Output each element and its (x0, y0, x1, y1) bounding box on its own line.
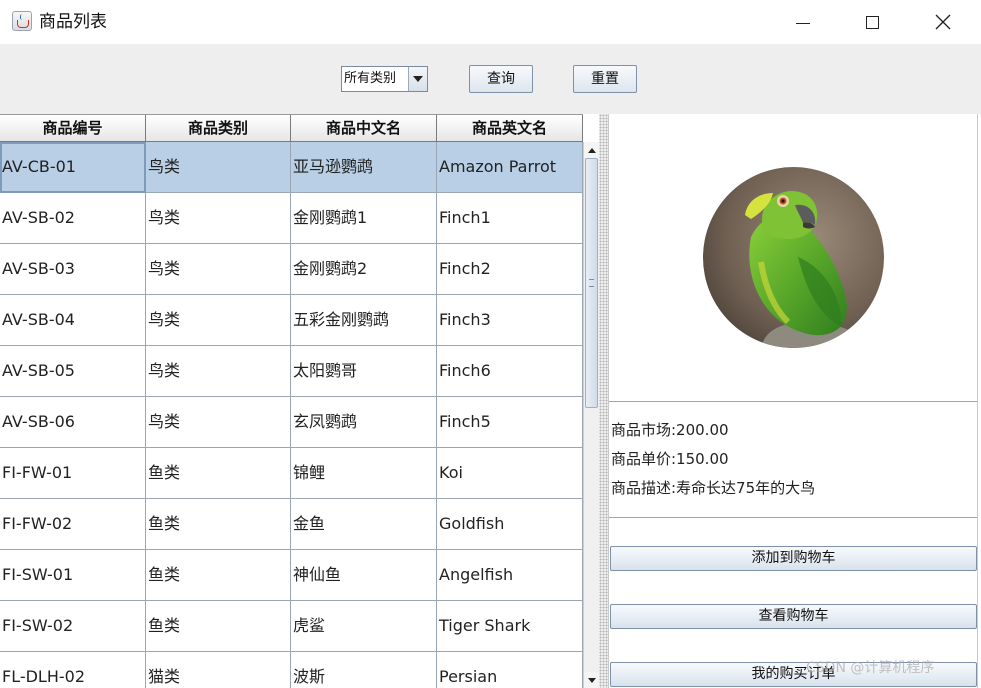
table-cell[interactable]: Goldfish (437, 499, 583, 550)
minimize-button[interactable] (780, 0, 826, 44)
maximize-button[interactable] (849, 0, 895, 44)
table-cell[interactable]: FI-FW-02 (0, 499, 146, 550)
toolbar: 所有类别 查询 重置 (0, 44, 981, 114)
table-cell[interactable]: 鸟类 (146, 397, 291, 448)
column-header-category[interactable]: 商品类别 (146, 115, 291, 142)
table-cell[interactable]: AV-SB-02 (0, 193, 146, 244)
table-row[interactable]: AV-SB-04 鸟类 五彩金刚鹦鹉 Finch3 (0, 295, 583, 346)
product-image-panel (609, 114, 977, 402)
table-cell[interactable]: 神仙鱼 (291, 550, 437, 601)
table-cell[interactable]: AV-SB-05 (0, 346, 146, 397)
table-cell[interactable]: 鱼类 (146, 448, 291, 499)
table-cell[interactable]: Finch1 (437, 193, 583, 244)
table-row[interactable]: AV-SB-06 鸟类 玄凤鹦鹉 Finch5 (0, 397, 583, 448)
table-cell[interactable]: FI-SW-02 (0, 601, 146, 652)
table-row[interactable]: FL-DLH-02 猫类 波斯 Persian (0, 652, 583, 688)
title-bar: 商品列表 (0, 0, 981, 44)
chevron-down-icon (413, 76, 423, 82)
table-cell[interactable]: 鸟类 (146, 295, 291, 346)
table-cell[interactable]: AV-CB-01 (0, 142, 146, 193)
product-description: 商品描述:寿命长达75年的大鸟 (611, 479, 816, 497)
column-header-english-name[interactable]: 商品英文名 (437, 115, 583, 142)
add-to-cart-button[interactable]: 添加到购物车 (610, 546, 977, 571)
category-select[interactable]: 所有类别 (341, 66, 428, 92)
table-cell[interactable]: FI-SW-01 (0, 550, 146, 601)
table-cell[interactable]: Koi (437, 448, 583, 499)
table-cell[interactable]: Finch5 (437, 397, 583, 448)
view-cart-button[interactable]: 查看购物车 (610, 604, 977, 629)
split-pane-divider[interactable] (599, 114, 608, 688)
table-row[interactable]: FI-FW-01 鱼类 锦鲤 Koi (0, 448, 583, 499)
table-cell[interactable]: AV-SB-03 (0, 244, 146, 295)
java-cup-icon (12, 11, 32, 31)
scrollbar-thumb[interactable] (585, 158, 598, 408)
table-cell[interactable]: FI-FW-01 (0, 448, 146, 499)
table-cell[interactable]: 五彩金刚鹦鹉 (291, 295, 437, 346)
table-cell[interactable]: 虎鲨 (291, 601, 437, 652)
product-detail-panel: 商品市场:200.00 商品单价:150.00 商品描述:寿命长达75年的大鸟 … (608, 114, 978, 688)
scroll-up-button[interactable] (584, 142, 599, 158)
reset-button[interactable]: 重置 (573, 65, 637, 93)
dropdown-arrow-button[interactable] (408, 67, 427, 91)
watermark: CSDN @计算机程序 (806, 660, 935, 676)
table-cell[interactable]: Tiger Shark (437, 601, 583, 652)
query-button[interactable]: 查询 (469, 65, 533, 93)
arrow-up-icon (587, 147, 596, 153)
close-icon (935, 14, 951, 30)
table-cell[interactable]: 波斯 (291, 652, 437, 688)
product-table: 商品编号 商品类别 商品中文名 商品英文名 AV-CB-01 鸟类 亚马逊鹦鹉 … (0, 114, 599, 688)
table-cell[interactable]: 鸟类 (146, 346, 291, 397)
table-cell[interactable]: Angelfish (437, 550, 583, 601)
arrow-down-icon (587, 677, 596, 683)
table-vertical-scrollbar[interactable] (583, 142, 599, 688)
table-cell[interactable]: AV-SB-06 (0, 397, 146, 448)
unit-price: 商品单价:150.00 (611, 450, 729, 468)
table-cell[interactable]: Amazon Parrot (437, 142, 583, 193)
table-row[interactable]: AV-CB-01 鸟类 亚马逊鹦鹉 Amazon Parrot (0, 142, 583, 193)
maximize-icon (865, 15, 879, 29)
table-cell[interactable]: 金刚鹦鹉2 (291, 244, 437, 295)
table-cell[interactable]: 鱼类 (146, 601, 291, 652)
table-cell[interactable]: Finch3 (437, 295, 583, 346)
table-row[interactable]: FI-FW-02 鱼类 金鱼 Goldfish (0, 499, 583, 550)
table-cell[interactable]: 亚马逊鹦鹉 (291, 142, 437, 193)
table-row[interactable]: AV-SB-02 鸟类 金刚鹦鹉1 Finch1 (0, 193, 583, 244)
column-header-id[interactable]: 商品编号 (0, 115, 146, 142)
table-cell[interactable]: 鸟类 (146, 244, 291, 295)
category-select-value: 所有类别 (344, 71, 397, 86)
table-header: 商品编号 商品类别 商品中文名 商品英文名 (0, 114, 583, 143)
table-cell[interactable]: Finch2 (437, 244, 583, 295)
scroll-down-button[interactable] (584, 672, 599, 688)
close-button[interactable] (920, 0, 966, 44)
table-cell[interactable]: 金刚鹦鹉1 (291, 193, 437, 244)
table-cell[interactable]: FL-DLH-02 (0, 652, 146, 688)
grip-icon (589, 279, 594, 287)
product-info-panel: 商品市场:200.00 商品单价:150.00 商品描述:寿命长达75年的大鸟 (609, 402, 977, 518)
table-body: AV-CB-01 鸟类 亚马逊鹦鹉 Amazon Parrot AV-SB-02… (0, 142, 583, 688)
table-row[interactable]: AV-SB-03 鸟类 金刚鹦鹉2 Finch2 (0, 244, 583, 295)
table-row[interactable]: FI-SW-02 鱼类 虎鲨 Tiger Shark (0, 601, 583, 652)
table-cell[interactable]: 玄凤鹦鹉 (291, 397, 437, 448)
table-cell[interactable]: 猫类 (146, 652, 291, 688)
parrot-photo (703, 167, 884, 348)
table-cell[interactable]: 鸟类 (146, 193, 291, 244)
table-cell[interactable]: 锦鲤 (291, 448, 437, 499)
table-cell[interactable]: 金鱼 (291, 499, 437, 550)
minimize-icon (796, 22, 810, 24)
window-title: 商品列表 (39, 12, 107, 32)
table-cell[interactable]: 鸟类 (146, 142, 291, 193)
market-price: 商品市场:200.00 (611, 421, 729, 439)
table-cell[interactable]: 鱼类 (146, 550, 291, 601)
table-row[interactable]: AV-SB-05 鸟类 太阳鹦哥 Finch6 (0, 346, 583, 397)
table-cell[interactable]: AV-SB-04 (0, 295, 146, 346)
table-row[interactable]: FI-SW-01 鱼类 神仙鱼 Angelfish (0, 550, 583, 601)
column-header-chinese-name[interactable]: 商品中文名 (291, 115, 437, 142)
table-cell[interactable]: 鱼类 (146, 499, 291, 550)
table-cell[interactable]: Finch6 (437, 346, 583, 397)
table-cell[interactable]: Persian (437, 652, 583, 688)
table-cell[interactable]: 太阳鹦哥 (291, 346, 437, 397)
